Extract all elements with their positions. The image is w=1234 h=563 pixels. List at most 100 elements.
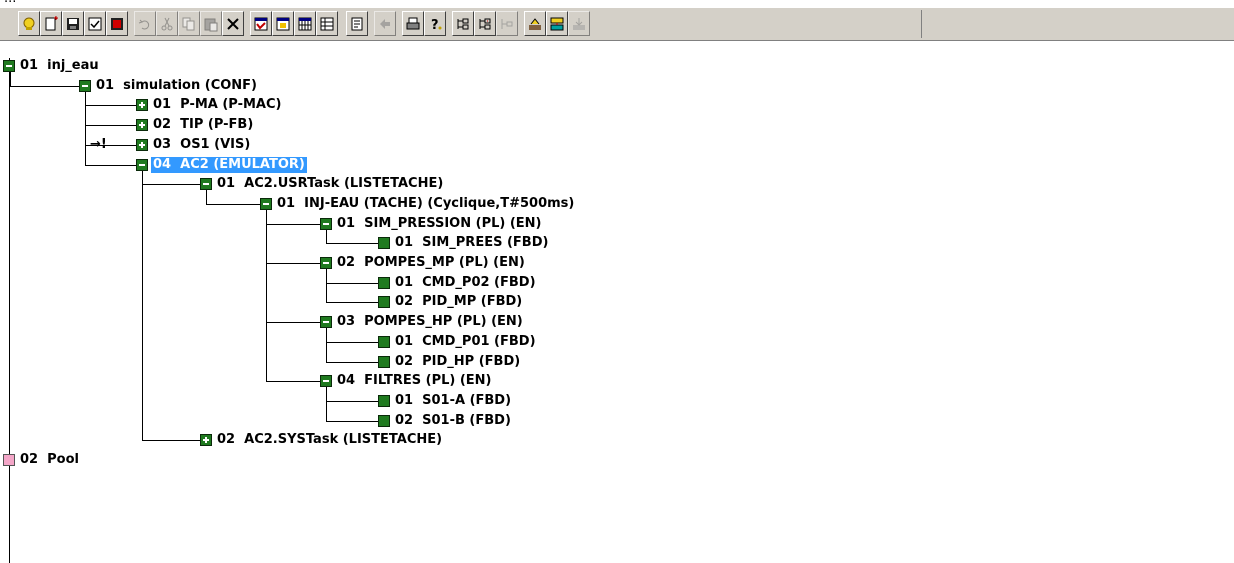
svg-text:?: ? [431,18,439,32]
tree-node[interactable]: 04 AC2 (EMULATOR) [0,157,1234,173]
collapse-node-icon[interactable] [79,80,91,92]
tree-node[interactable]: 02 PID_HP (FBD) [0,354,1234,370]
leaf-node-icon [378,356,390,368]
tree-collapse-button[interactable] [474,11,496,36]
collapse-node-icon[interactable] [3,60,15,72]
import-button[interactable] [524,11,546,36]
leaf-node-icon [378,237,390,249]
leaf-node-icon [378,336,390,348]
back-arrow-icon [377,16,393,32]
note-button[interactable] [346,11,368,36]
tree-node[interactable]: 01 inj_eau [0,58,1234,74]
tree-node[interactable]: 02 PID_MP (FBD) [0,294,1234,310]
delete-icon [225,16,241,32]
tree-node-label[interactable]: 02 S01-B (FBD) [395,413,511,429]
paste-button[interactable] [200,11,222,36]
grid-button[interactable] [294,11,316,36]
collapse-node-icon[interactable] [320,218,332,230]
check-icon [87,16,103,32]
tree-node-label[interactable]: 02 TIP (P-FB) [153,117,253,133]
tree-node-label[interactable]: 04 FILTRES (PL) (EN) [337,373,492,389]
tree-node-label[interactable]: 01 P-MA (P-MAC) [153,97,281,113]
export-button[interactable] [568,11,590,36]
tree-node-label[interactable]: 01 CMD_P01 (FBD) [395,334,536,350]
network-icon [549,16,565,32]
tree-node[interactable]: 01 AC2.USRTask (LISTETACHE) [0,176,1234,192]
expand-node-icon[interactable] [200,434,212,446]
tree-node-label[interactable]: 02 Pool [20,452,79,468]
table-button[interactable] [316,11,338,36]
expand-node-icon[interactable] [136,99,148,111]
tree-node[interactable]: 02 Pool [0,452,1234,468]
new-document-button[interactable] [40,11,62,36]
tree-node-label[interactable]: 01 CMD_P02 (FBD) [395,275,536,291]
tree-node-label[interactable]: 01 SIM_PRESSION (PL) (EN) [337,216,542,232]
collapse-node-icon[interactable] [320,257,332,269]
window-button[interactable] [272,11,294,36]
tree-node[interactable]: 01 P-MA (P-MAC) [0,97,1234,113]
tree-node[interactable]: 01 CMD_P01 (FBD) [0,334,1234,350]
tree-node-label[interactable]: 01 SIM_PREES (FBD) [395,235,548,251]
check-button[interactable] [84,11,106,36]
tree-node-label[interactable]: 02 PID_HP (FBD) [395,354,520,370]
tree-node[interactable]: 01 SIM_PREES (FBD) [0,235,1234,251]
toolbar: ? [0,7,1234,41]
expand-node-icon[interactable] [136,139,148,151]
collapse-node-icon[interactable] [320,316,332,328]
tree-node[interactable]: 02 POMPES_MP (PL) (EN) [0,255,1234,271]
top-strip: ... [0,0,1234,7]
tree-node-label[interactable]: 01 INJ-EAU (TACHE) (Cyclique,T#500ms) [277,196,574,212]
tree-node-label[interactable]: 03 POMPES_HP (PL) (EN) [337,314,523,330]
delete-button[interactable] [222,11,244,36]
undo-icon [137,16,153,32]
stop-button[interactable] [106,11,128,36]
tree-node-label[interactable]: 03 OS1 (VIS) [153,137,250,153]
tree-node[interactable]: 01 SIM_PRESSION (PL) (EN) [0,216,1234,232]
open-project-button[interactable] [18,11,40,36]
project-tree[interactable]: 01 inj_eau 01 simulation (CONF) 01 P-MA (P… [0,58,1234,563]
copy-button[interactable] [178,11,200,36]
tree-node[interactable]: 02 AC2.SYSTask (LISTETACHE) [0,432,1234,448]
properties-button[interactable] [250,11,272,36]
tree-node-label[interactable]: 01 S01-A (FBD) [395,393,511,409]
undo-button[interactable] [134,11,156,36]
tree-node[interactable]: 01 INJ-EAU (TACHE) (Cyclique,T#500ms) [0,196,1234,212]
tree-node-label[interactable]: 02 AC2.SYSTask (LISTETACHE) [217,432,442,448]
tree-node[interactable]: →! 03 OS1 (VIS) [0,137,1234,153]
collapse-node-icon[interactable] [320,375,332,387]
tree-node-label[interactable]: 01 simulation (CONF) [96,78,257,94]
back-arrow-button[interactable] [374,11,396,36]
help-button[interactable]: ? [424,11,446,36]
tree-node[interactable]: 01 CMD_P02 (FBD) [0,275,1234,291]
window-icon [275,16,291,32]
tree-node[interactable]: 01 S01-A (FBD) [0,393,1234,409]
print-button[interactable] [402,11,424,36]
tree-node-label[interactable]: 01 AC2.USRTask (LISTETACHE) [217,176,443,192]
tree-expand-button[interactable] [452,11,474,36]
tree-node-label[interactable]: 02 PID_MP (FBD) [395,294,522,310]
help-icon: ? [427,16,443,32]
open-project-icon [21,16,37,32]
tree-collapse-icon [477,16,493,32]
leaf-node-icon [378,296,390,308]
tree-node[interactable]: 04 FILTRES (PL) (EN) [0,373,1234,389]
tree-node[interactable]: 01 simulation (CONF) [0,78,1234,94]
tree-level-icon [499,16,515,32]
tree-node-label[interactable]: 04 AC2 (EMULATOR) [151,157,307,173]
top-text-fragment: ... [4,0,16,6]
tree-level-button[interactable] [496,11,518,36]
collapse-node-icon[interactable] [136,159,148,171]
expand-node-icon[interactable] [136,119,148,131]
leaf-node-icon [378,395,390,407]
save-button[interactable] [62,11,84,36]
collapse-node-icon[interactable] [200,178,212,190]
tree-node-label[interactable]: 01 inj_eau [20,58,99,74]
tree-node[interactable]: 03 POMPES_HP (PL) (EN) [0,314,1234,330]
tree-node[interactable]: 02 TIP (P-FB) [0,117,1234,133]
network-button[interactable] [546,11,568,36]
tree-node-label[interactable]: 02 POMPES_MP (PL) (EN) [337,255,525,271]
collapse-node-icon[interactable] [260,198,272,210]
cut-button[interactable] [156,11,178,36]
tree-node[interactable]: 02 S01-B (FBD) [0,413,1234,429]
cut-icon [159,16,175,32]
